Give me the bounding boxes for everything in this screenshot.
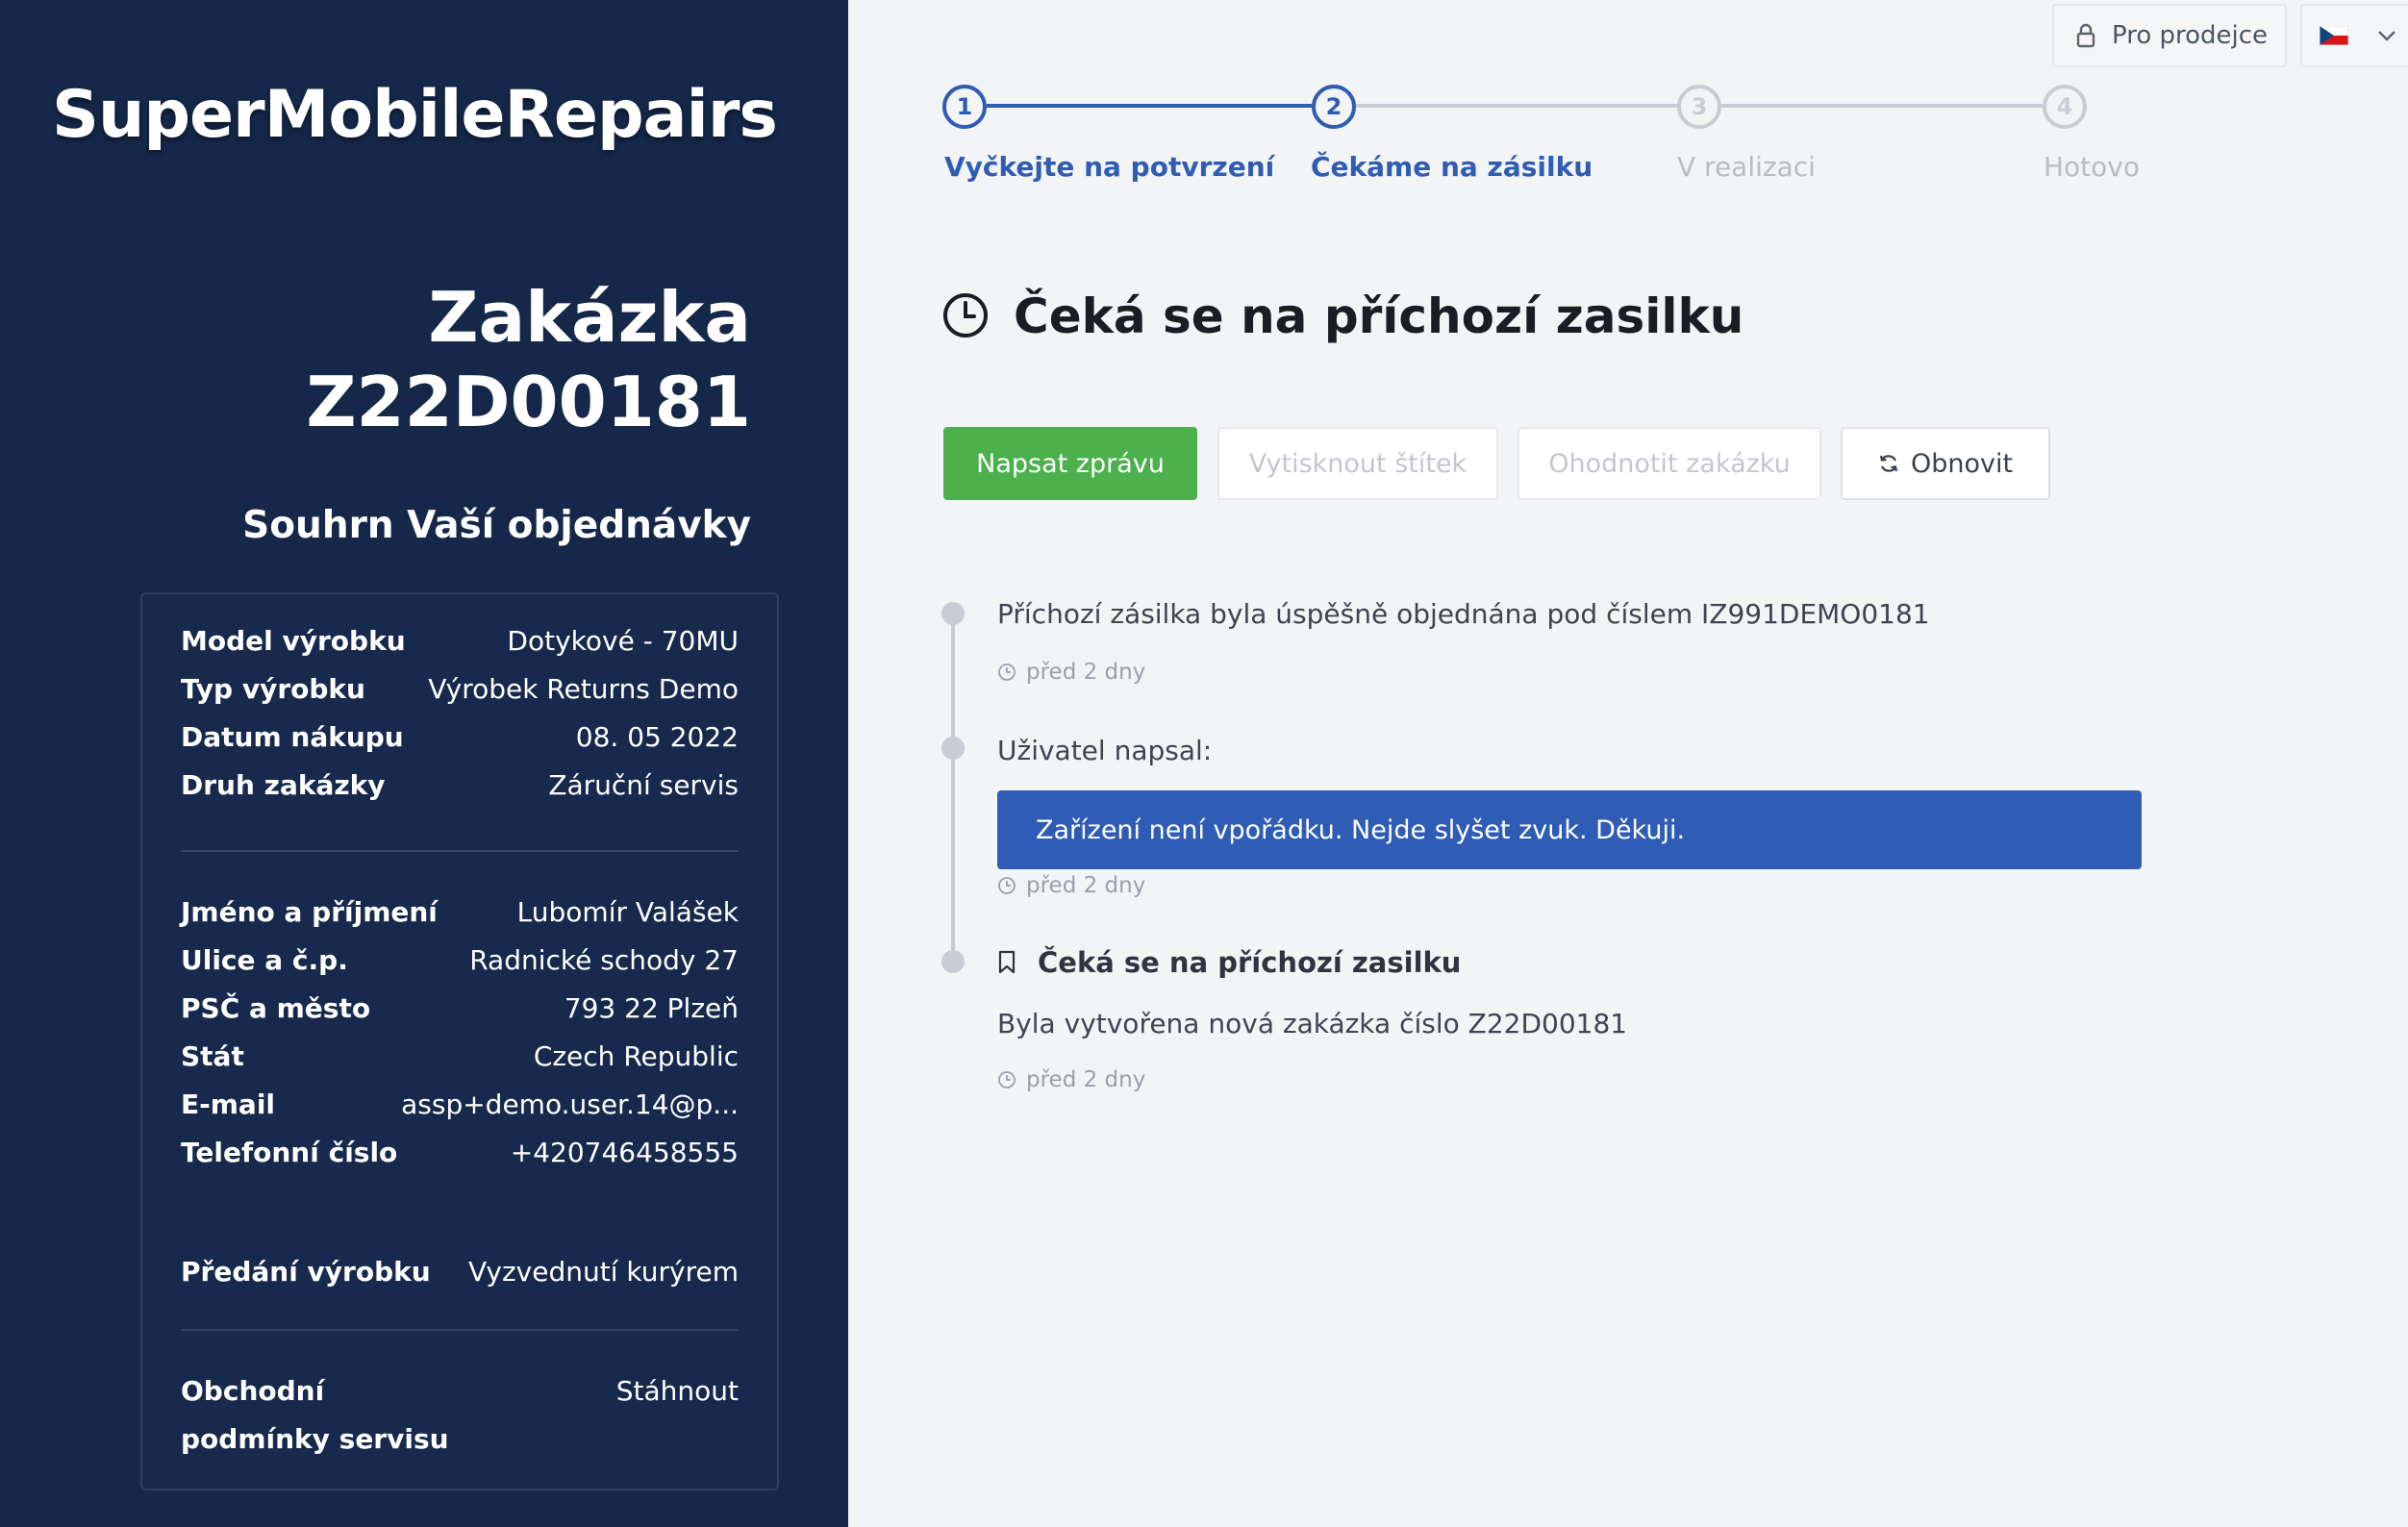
timeline-item-time: před 2 dny bbox=[997, 873, 1145, 898]
summary-row-handover: Předání výrobku Vyzvednutí kurýrem bbox=[181, 1250, 739, 1292]
step-2-circle: 2 bbox=[1312, 85, 1356, 129]
summary-row-type: Typ výrobku Výrobek Returns Demo bbox=[181, 667, 739, 710]
step-1-circle: 1 bbox=[942, 85, 987, 129]
refresh-icon bbox=[1879, 455, 1898, 472]
timeline-dot bbox=[941, 737, 965, 760]
brand-logo: SuperMobileRepairs bbox=[52, 77, 778, 153]
timeline-item-time: před 2 dny bbox=[997, 1067, 1145, 1092]
order-status-title: Čeká se na příchozí zasilku bbox=[1014, 288, 1744, 344]
timeline-item-time: před 2 dny bbox=[997, 660, 1145, 685]
seller-login-label: Pro prodejce bbox=[2112, 21, 2269, 50]
terms-label: Obchodní podmínky servisu bbox=[181, 1375, 449, 1455]
order-summary-card: Model výrobku Dotykové - 70MU Typ výrobk… bbox=[140, 592, 779, 1490]
summary-label: Model výrobku bbox=[181, 624, 406, 657]
summary-value: Výrobek Returns Demo bbox=[428, 672, 739, 705]
summary-label: Telefonní číslo bbox=[181, 1136, 398, 1168]
timestamp: před 2 dny bbox=[1026, 660, 1146, 685]
step-3-label: V realizaci bbox=[1677, 151, 1816, 183]
language-select[interactable] bbox=[2300, 4, 2408, 67]
order-sidebar: SuperMobileRepairs Zakázka Z22D00181 Sou… bbox=[0, 0, 848, 1527]
summary-row-country: Stát Czech Republic bbox=[181, 1035, 739, 1077]
clock-icon bbox=[943, 293, 988, 338]
bookmark-icon bbox=[998, 950, 1016, 974]
summary-row-model: Model výrobku Dotykové - 70MU bbox=[181, 619, 739, 662]
summary-row-purchase-date: Datum nákupu 08. 05 2022 bbox=[181, 715, 739, 758]
step-connector bbox=[987, 104, 1312, 108]
lock-icon bbox=[2076, 23, 2095, 48]
summary-title: Souhrn Vaší objednávky bbox=[242, 504, 751, 547]
timeline-line bbox=[951, 612, 955, 962]
summary-row-phone: Telefonní číslo +420746458555 bbox=[181, 1131, 739, 1173]
timeline-item-text: Byla vytvořena nová zakázka číslo Z22D00… bbox=[997, 1008, 1628, 1039]
summary-label: PSČ a město bbox=[181, 991, 371, 1024]
summary-value: assp+demo.user.14@p... bbox=[401, 1088, 739, 1120]
summary-value: Lubomír Valášek bbox=[516, 895, 739, 928]
order-title-label: Zakázka bbox=[428, 277, 751, 358]
summary-row-city: PSČ a město 793 22 Plzeň bbox=[181, 987, 739, 1029]
order-title: Zakázka Z22D00181 bbox=[306, 275, 751, 444]
write-message-button[interactable]: Napsat zprávu bbox=[943, 427, 1197, 500]
clock-icon bbox=[998, 877, 1016, 894]
czech-flag-icon bbox=[2320, 26, 2348, 45]
summary-divider bbox=[181, 1329, 739, 1331]
summary-label: Ulice a č.p. bbox=[181, 943, 348, 976]
timestamp: před 2 dny bbox=[1026, 873, 1146, 898]
clock-icon bbox=[998, 1071, 1016, 1089]
order-number: Z22D00181 bbox=[306, 362, 751, 442]
user-message-bubble: Zařízení není vpořádku. Nejde slyšet zvu… bbox=[997, 790, 2142, 869]
step-1-label: Vyčkejte na potvrzení bbox=[944, 151, 1275, 183]
timeline-item-title: Čeká se na příchozí zasilku bbox=[997, 946, 1461, 979]
summary-divider bbox=[181, 850, 739, 852]
summary-row-order-kind: Druh zakázky Záruční servis bbox=[181, 764, 739, 806]
summary-value: 793 22 Plzeň bbox=[564, 991, 739, 1024]
summary-label: Stát bbox=[181, 1039, 244, 1072]
summary-value: +420746458555 bbox=[510, 1136, 739, 1168]
summary-value: Vyzvednutí kurýrem bbox=[468, 1255, 739, 1288]
clock-icon bbox=[998, 663, 1016, 681]
print-label-button[interactable]: Vytisknout štítek bbox=[1217, 427, 1498, 500]
timeline-item-text: Uživatel napsal: bbox=[997, 735, 1213, 766]
summary-value: Dotykové - 70MU bbox=[507, 624, 739, 657]
step-2-label: Čekáme na zásilku bbox=[1311, 151, 1593, 183]
summary-label: E-mail bbox=[181, 1088, 276, 1120]
timeline-dot bbox=[941, 950, 965, 973]
chevron-down-icon bbox=[2378, 31, 2395, 41]
timeline-item-text: Příchozí zásilka byla úspěšně objednána … bbox=[997, 598, 1930, 630]
step-4-label: Hotovo bbox=[2044, 151, 2140, 183]
step-connector bbox=[1356, 104, 1677, 108]
timeline-item-title-text: Čeká se na příchozí zasilku bbox=[1038, 946, 1462, 979]
refresh-label: Obnovit bbox=[1910, 448, 2014, 479]
summary-label: Předání výrobku bbox=[181, 1255, 431, 1288]
rate-order-button[interactable]: Ohodnotit zakázku bbox=[1518, 427, 1821, 500]
terms-download-link[interactable]: Stáhnout bbox=[616, 1367, 739, 1415]
step-connector bbox=[1721, 104, 2043, 108]
summary-value: 08. 05 2022 bbox=[575, 720, 739, 753]
summary-row-street: Ulice a č.p. Radnické schody 27 bbox=[181, 939, 739, 981]
summary-row-name: Jméno a příjmení Lubomír Valášek bbox=[181, 890, 739, 933]
summary-value: Radnické schody 27 bbox=[469, 943, 739, 976]
refresh-button[interactable]: Obnovit bbox=[1841, 427, 2050, 500]
step-3-circle: 3 bbox=[1677, 85, 1721, 129]
summary-label: Jméno a příjmení bbox=[181, 895, 438, 928]
step-4-circle: 4 bbox=[2043, 85, 2087, 129]
timeline-dot bbox=[941, 602, 965, 625]
summary-row-email: E-mail assp+demo.user.14@p... bbox=[181, 1083, 739, 1125]
timestamp: před 2 dny bbox=[1026, 1067, 1146, 1092]
summary-label: Typ výrobku bbox=[181, 672, 365, 705]
summary-label: Datum nákupu bbox=[181, 720, 404, 753]
summary-label: Druh zakázky bbox=[181, 768, 386, 801]
seller-login-button[interactable]: Pro prodejce bbox=[2052, 4, 2287, 67]
summary-value: Záruční servis bbox=[548, 768, 739, 801]
summary-value: Czech Republic bbox=[533, 1039, 739, 1072]
